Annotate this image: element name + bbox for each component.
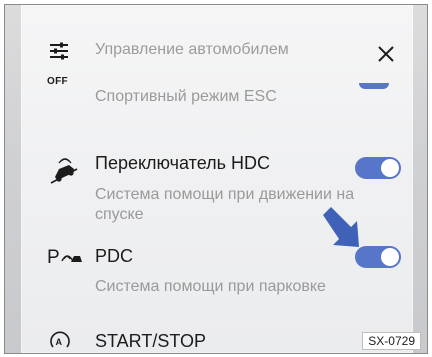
hdc-toggle[interactable] [355,157,401,179]
hdc-descent-car-icon [47,157,81,187]
svg-text:P: P [47,247,60,267]
pdc-toggle[interactable] [355,246,401,268]
esc-toggle[interactable] [359,83,389,89]
esc-off-label: OFF [47,76,68,87]
hdc-title: Переключатель HDC [95,153,270,173]
figure-code-badge: SX-0729 [362,332,421,350]
arrow-pointer-icon [321,207,367,249]
auto-start-stop-icon: A [49,331,71,351]
hdc-subtitle: Система помощи при движении на спуске [95,186,355,223]
close-icon[interactable] [377,45,395,63]
esc-subtitle: Спортивный режим ESC [95,88,277,105]
vehicle-control-panel: Управление автомобилем OFF Спортивный ре… [21,5,413,353]
pdc-toggle-knob [381,248,399,266]
hdc-toggle-knob [381,159,399,177]
startstop-title: START/STOP [95,331,207,351]
sliders-icon[interactable] [49,41,69,61]
pdc-subtitle: Система помощи при парковке [95,278,326,295]
svg-text:A: A [56,337,63,347]
screenshot-frame: Управление автомобилем OFF Спортивный ре… [4,4,428,354]
pdc-title: PDC [95,246,134,266]
panel-title: Управление автомобилем [95,41,289,58]
parking-assist-icon: P [47,245,83,267]
